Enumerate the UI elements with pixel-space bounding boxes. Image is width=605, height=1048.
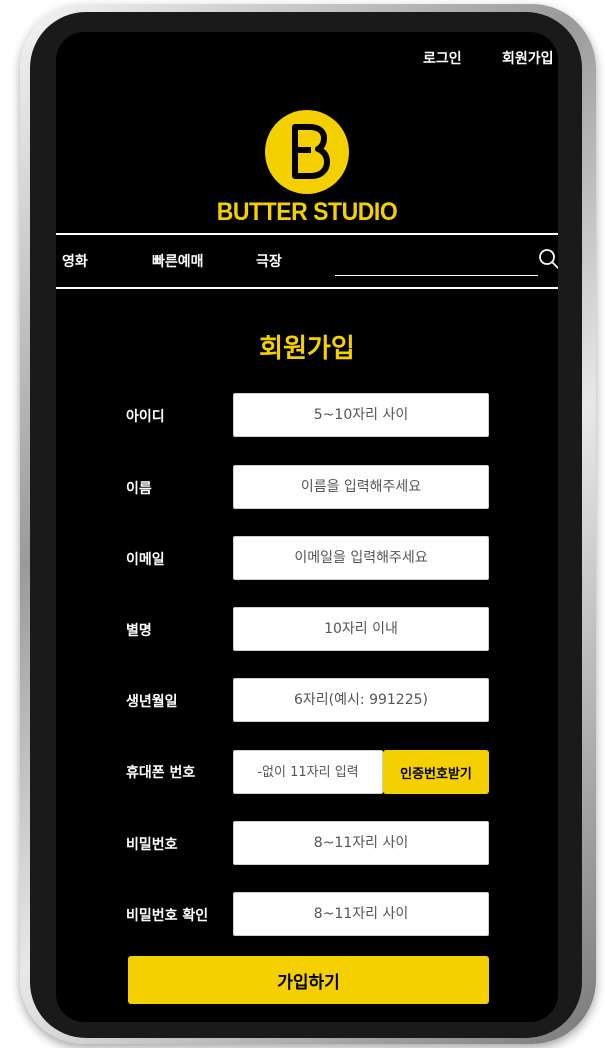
login-link[interactable]: 로그인 bbox=[423, 48, 462, 68]
name-label: 이름 bbox=[126, 481, 152, 497]
password-label: 비밀번호 bbox=[126, 837, 178, 853]
nav-divider-top bbox=[56, 233, 558, 235]
search-input[interactable] bbox=[335, 248, 538, 276]
verify-code-button[interactable]: 인증번호받기 bbox=[383, 750, 489, 794]
phone-label: 휴대폰 번호 bbox=[126, 765, 196, 781]
nav-item-quick-booking[interactable]: 빠른예매 bbox=[152, 251, 204, 271]
nav-item-theater[interactable]: 극장 bbox=[256, 251, 282, 271]
nickname-label: 별명 bbox=[126, 623, 152, 639]
name-input[interactable] bbox=[233, 465, 489, 509]
phone-screen: 로그인 회원가입 BUTTER STUDIO 영화 빠른예매 극장 회원가입 아… bbox=[56, 32, 558, 1022]
email-input[interactable] bbox=[233, 536, 489, 580]
id-label: 아이디 bbox=[126, 409, 165, 425]
birthdate-label: 생년월일 bbox=[126, 694, 178, 710]
logo-text: BUTTER STUDIO bbox=[216, 198, 398, 226]
signup-link[interactable]: 회원가입 bbox=[502, 48, 554, 68]
password-confirm-label: 비밀번호 확인 bbox=[126, 908, 209, 924]
phone-input[interactable] bbox=[233, 750, 383, 794]
password-input[interactable] bbox=[233, 821, 489, 865]
email-label: 이메일 bbox=[126, 552, 165, 568]
search-icon[interactable] bbox=[538, 248, 558, 270]
birthdate-input[interactable] bbox=[233, 678, 489, 722]
password-confirm-input[interactable] bbox=[233, 892, 489, 936]
page-title: 회원가입 bbox=[259, 334, 355, 364]
nav-divider-bottom bbox=[56, 287, 558, 289]
top-links: 로그인 회원가입 bbox=[56, 48, 558, 72]
nickname-input[interactable] bbox=[233, 607, 489, 651]
nav-item-movie[interactable]: 영화 bbox=[62, 251, 88, 271]
brand-logo[interactable]: BUTTER STUDIO bbox=[56, 110, 558, 227]
id-input[interactable] bbox=[233, 393, 489, 437]
butter-b-logo-icon bbox=[265, 110, 349, 194]
signup-submit-button[interactable]: 가입하기 bbox=[128, 956, 489, 1004]
